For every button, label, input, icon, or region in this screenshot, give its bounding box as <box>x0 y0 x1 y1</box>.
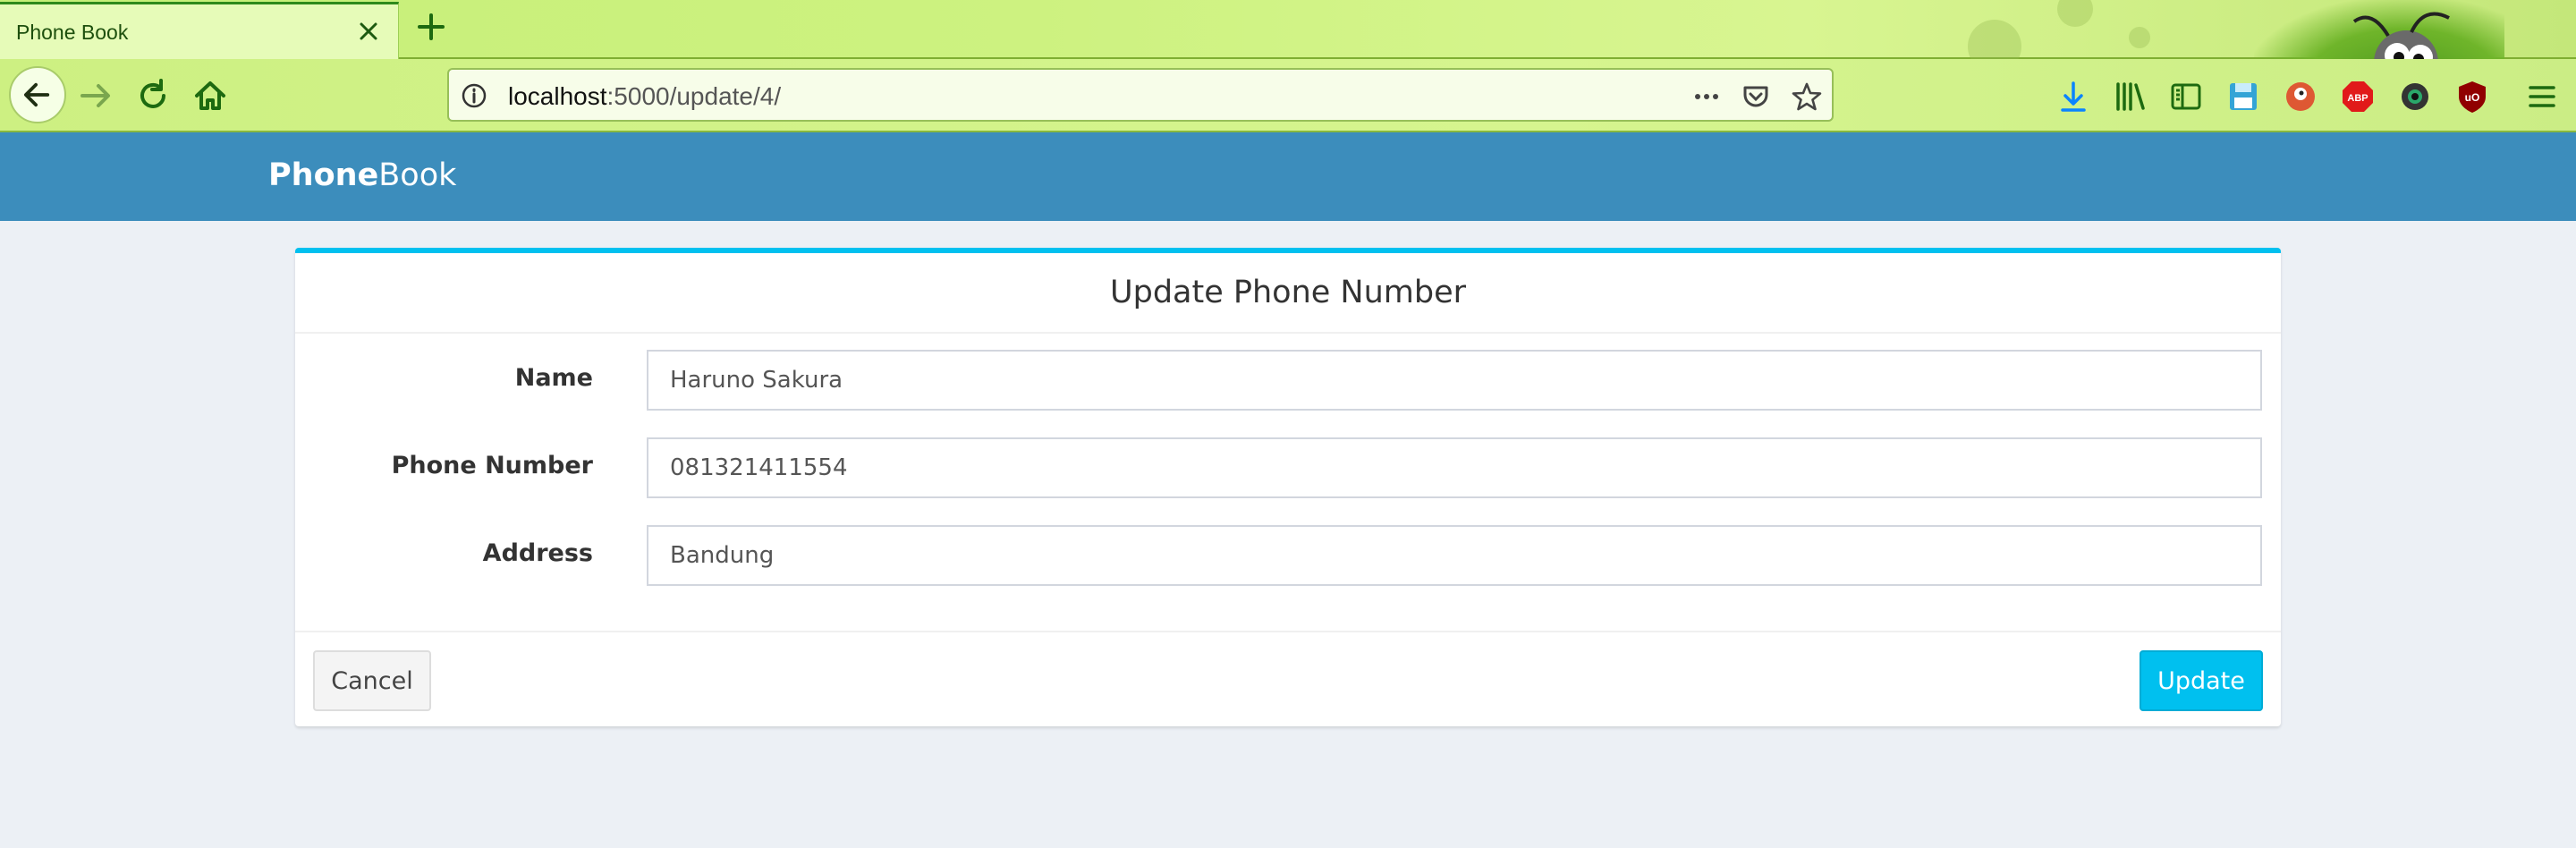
arrow-left-icon <box>24 82 50 107</box>
new-tab-icon[interactable] <box>415 11 447 43</box>
brand-logo[interactable]: PhoneBook <box>268 157 456 193</box>
browser-tab-active[interactable]: Phone Book <box>0 2 399 59</box>
extension-icon[interactable] <box>2397 79 2433 114</box>
bookmark-star-icon[interactable] <box>1791 81 1823 113</box>
brand-light-text: Book <box>378 157 457 193</box>
home-button[interactable] <box>186 72 234 120</box>
back-button[interactable] <box>9 66 66 123</box>
url-host: localhost <box>508 82 607 110</box>
browser-toolbar: localhost:5000/update/4/ ABP uO <box>0 59 2576 132</box>
browser-tab-bar: Phone Book <box>0 0 2576 73</box>
pocket-icon[interactable] <box>1741 81 1771 112</box>
svg-text:uO: uO <box>2465 91 2480 104</box>
name-label: Name <box>514 364 593 392</box>
svg-text:ABP: ABP <box>2347 93 2368 104</box>
form-row-name: Name <box>295 350 2281 412</box>
phone-number-input[interactable] <box>647 437 2262 498</box>
close-tab-icon[interactable] <box>354 17 383 46</box>
form-row-phone: Phone Number <box>295 437 2281 500</box>
update-button[interactable]: Update <box>2140 650 2263 711</box>
ublock-icon[interactable]: uO <box>2454 79 2490 114</box>
library-icon[interactable] <box>2113 79 2148 114</box>
brand-strong-text: Phone <box>268 157 379 193</box>
site-info-icon[interactable] <box>460 81 488 110</box>
download-icon[interactable] <box>2055 79 2091 114</box>
card-title: Update Phone Number <box>1109 275 1467 310</box>
duckduckgo-icon[interactable] <box>2283 79 2318 114</box>
url-bar[interactable]: localhost:5000/update/4/ <box>447 68 1834 122</box>
save-icon[interactable] <box>2225 79 2261 114</box>
url-path: :5000/update/4/ <box>606 82 782 110</box>
hamburger-menu-icon[interactable] <box>2524 79 2560 114</box>
page-actions-icon[interactable] <box>1690 82 1723 111</box>
phone-number-label: Phone Number <box>391 452 593 479</box>
name-input[interactable] <box>647 350 2262 411</box>
tab-title: Phone Book <box>16 21 129 44</box>
address-input[interactable] <box>647 525 2262 586</box>
reload-button[interactable] <box>129 72 177 120</box>
address-label: Address <box>482 539 593 567</box>
url-text[interactable]: localhost:5000/update/4/ <box>508 82 781 111</box>
sidebar-icon[interactable] <box>2168 79 2204 114</box>
cancel-button[interactable]: Cancel <box>313 650 431 711</box>
update-phone-card: Update Phone Number Name Phone Number Ad… <box>295 248 2281 726</box>
forward-button[interactable] <box>72 72 120 120</box>
app-navbar: PhoneBook <box>0 132 2576 221</box>
form-row-address: Address <box>295 525 2281 588</box>
adblock-icon[interactable]: ABP <box>2340 79 2376 114</box>
theme-decoration <box>2057 0 2093 27</box>
theme-decoration <box>2129 27 2150 48</box>
card-footer: Cancel Update <box>295 631 2281 732</box>
card-header: Update Phone Number <box>295 253 2281 334</box>
